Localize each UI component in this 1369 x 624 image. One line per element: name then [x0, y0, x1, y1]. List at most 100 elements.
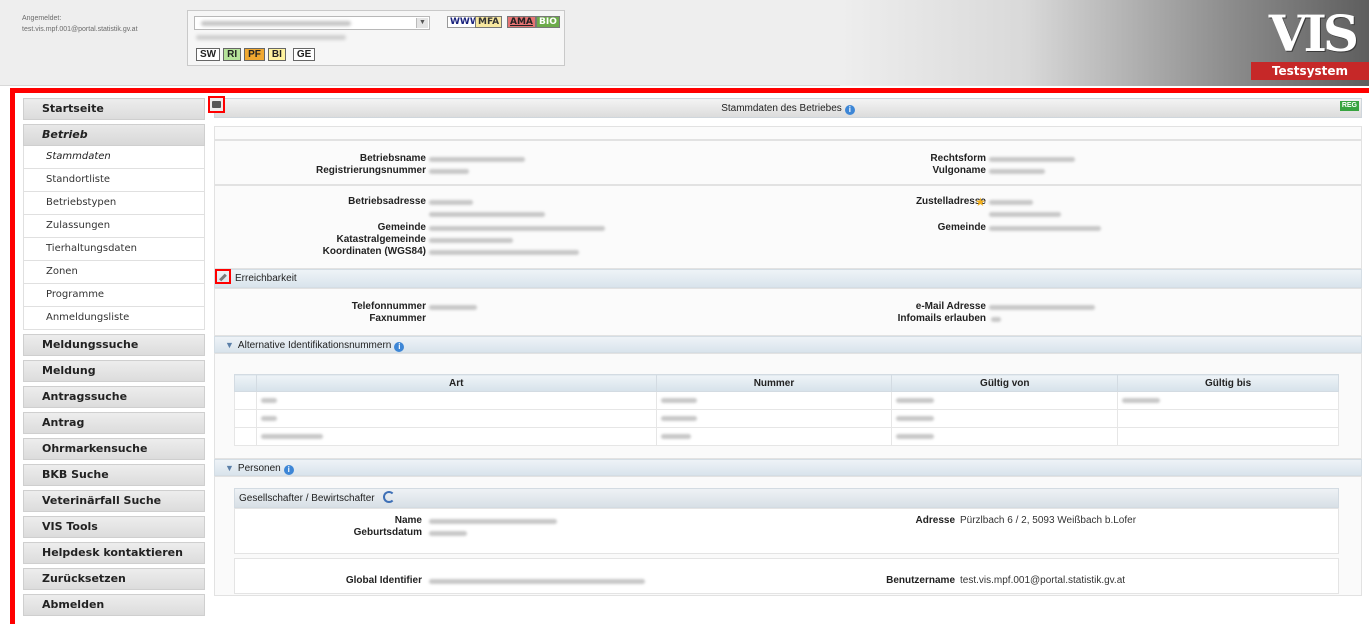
mfa-badge[interactable]: MFA — [475, 16, 503, 28]
refresh-icon[interactable] — [383, 491, 396, 503]
cell-nummer — [660, 416, 697, 421]
nav-meldung[interactable]: Meldung — [23, 360, 205, 382]
chevron-down-icon[interactable]: ▼ — [225, 463, 234, 473]
subnav-zulassungen[interactable]: Zulassungen — [23, 215, 205, 238]
subnav-zonen[interactable]: Zonen — [23, 261, 205, 284]
nav-abmelden[interactable]: Abmelden — [23, 594, 205, 616]
nav-bkb-suche[interactable]: BKB Suche — [23, 464, 205, 486]
alt-ids-title: Alternative Identifikationsnummern — [237, 340, 392, 351]
logo-area: VIS Testsystem — [840, 0, 1369, 86]
reg-badge[interactable]: REG — [1339, 101, 1359, 111]
farm-address — [196, 35, 346, 40]
testsystem-label: Testsystem — [1251, 62, 1369, 80]
value-katastralgemeinde — [429, 238, 513, 243]
label-benutzername: Benutzername — [886, 575, 955, 586]
label-infomails: Infomails erlauben — [897, 313, 986, 324]
label-faxnummer: Faxnummer — [369, 313, 426, 324]
edit-icon[interactable] — [215, 269, 231, 284]
code-ge: GE — [292, 48, 316, 61]
cell-nummer — [660, 434, 691, 439]
value-betriebsadresse-line2 — [429, 212, 545, 217]
gesellschafter-title: Gesellschafter / Bewirtschafter — [239, 493, 375, 504]
cell-art — [260, 416, 277, 421]
personen-header[interactable]: ▼ Personen i — [214, 459, 1362, 476]
farm-select-value — [201, 21, 351, 26]
label-telefonnummer: Telefonnummer — [351, 301, 426, 312]
label-betriebsname: Betriebsname — [359, 153, 426, 164]
header: Angemeldet: test.vis.mpf.001@portal.stat… — [0, 0, 1369, 86]
subnav-programme[interactable]: Programme — [23, 284, 205, 307]
label-geburtsdatum: Geburtsdatum — [353, 527, 422, 538]
code-sw: SW — [196, 48, 221, 61]
personen-title: Personen — [237, 463, 281, 474]
value-vulgoname — [989, 169, 1045, 174]
ama-badge[interactable]: AMA — [507, 16, 536, 28]
alt-ids-table: Art Nummer Gültig von Gültig bis — [234, 374, 1339, 446]
value-zustelladresse — [989, 200, 1033, 205]
sidebar: Startseite Betrieb Stammdaten Standortli… — [23, 98, 205, 620]
value-name — [429, 519, 557, 524]
gesellschafter-header: Gesellschafter / Bewirtschafter — [234, 488, 1339, 508]
value-geburtsdatum — [429, 531, 467, 536]
value-gemeinde — [429, 226, 605, 231]
stammdaten-header: Stammdaten des Betriebes i REG — [208, 96, 1362, 118]
column-header-art: Art — [255, 374, 657, 392]
spacer-panel — [214, 126, 1362, 140]
farm-selector-box: ▼ WWW MFA AMA BIO SW RI PF BI GE — [187, 10, 565, 66]
value-infomails — [991, 317, 1001, 322]
label-gemeinde: Gemeinde — [377, 222, 426, 233]
subnav-tierhaltungsdaten[interactable]: Tierhaltungsdaten — [23, 238, 205, 261]
code-pf: PF — [244, 48, 265, 61]
column-header-blank — [234, 374, 257, 392]
column-header-gueltig-bis: Gültig bis — [1117, 374, 1339, 392]
table-row — [234, 409, 1339, 428]
label-rechtsform: Rechtsform — [930, 153, 986, 164]
value-telefonnummer — [429, 305, 477, 310]
subnav-betriebstypen[interactable]: Betriebstypen — [23, 192, 205, 215]
label-email: e-Mail Adresse — [915, 301, 986, 312]
subnav-standortliste[interactable]: Standortliste — [23, 169, 205, 192]
vis-logo: VIS — [1268, 4, 1359, 63]
column-header-gueltig-von: Gültig von — [891, 374, 1119, 392]
nav-ohrmarkensuche[interactable]: Ohrmarkensuche — [23, 438, 205, 460]
cell-art — [260, 434, 323, 439]
subnav-stammdaten[interactable]: Stammdaten — [23, 146, 205, 169]
nav-zuruecksetzen[interactable]: Zurücksetzen — [23, 568, 205, 590]
info-icon[interactable]: i — [394, 342, 405, 352]
label-koordinaten: Koordinaten (WGS84) — [322, 246, 426, 257]
column-header-nummer: Nummer — [655, 374, 893, 392]
info-icon[interactable]: i — [844, 105, 855, 115]
bio-badge[interactable]: BIO — [536, 16, 560, 28]
alt-ids-header[interactable]: ▼ Alternative Identifikationsnummern i — [214, 336, 1362, 353]
type-codes: SW RI PF BI GE — [196, 48, 318, 62]
cell-gueltig-von — [896, 434, 935, 439]
value-email — [989, 305, 1095, 310]
subnav-anmeldungsliste[interactable]: Anmeldungsliste — [23, 307, 205, 330]
info-icon[interactable]: i — [283, 465, 294, 475]
label-gemeinde-zustell: Gemeinde — [937, 222, 986, 233]
cell-gueltig-bis — [1122, 398, 1161, 403]
nav-betrieb[interactable]: Betrieb — [23, 124, 205, 146]
main-content: Stammdaten des Betriebes i REG Betriebsna… — [208, 96, 1362, 596]
nav-veterinaerfall-suche[interactable]: Veterinärfall Suche — [23, 490, 205, 512]
star-icon[interactable]: ★ — [975, 196, 986, 208]
nav-helpdesk[interactable]: Helpdesk kontaktieren — [23, 542, 205, 564]
nav-meldungssuche[interactable]: Meldungssuche — [23, 334, 205, 356]
farm-select[interactable]: ▼ — [194, 16, 430, 30]
cell-nummer — [660, 398, 697, 403]
chevron-down-icon[interactable]: ▼ — [416, 18, 428, 28]
value-global-identifier — [429, 579, 645, 584]
chevron-down-icon[interactable]: ▼ — [225, 340, 234, 350]
label-vulgoname: Vulgoname — [932, 165, 986, 176]
nav-vis-tools[interactable]: VIS Tools — [23, 516, 205, 538]
value-betriebsname — [429, 157, 525, 162]
erreichbarkeit-title: Erreichbarkeit — [235, 273, 297, 284]
nav-startseite[interactable]: Startseite — [23, 98, 205, 120]
label-global-identifier: Global Identifier — [345, 575, 422, 586]
person-account: Global Identifier Benutzername test.vis.… — [234, 558, 1339, 594]
nav-antragssuche[interactable]: Antragssuche — [23, 386, 205, 408]
table-row — [234, 427, 1339, 446]
value-benutzername: test.vis.mpf.001@portal.statistik.gv.at — [960, 575, 1126, 586]
nav-antrag[interactable]: Antrag — [23, 412, 205, 434]
value-koordinaten — [429, 250, 579, 255]
